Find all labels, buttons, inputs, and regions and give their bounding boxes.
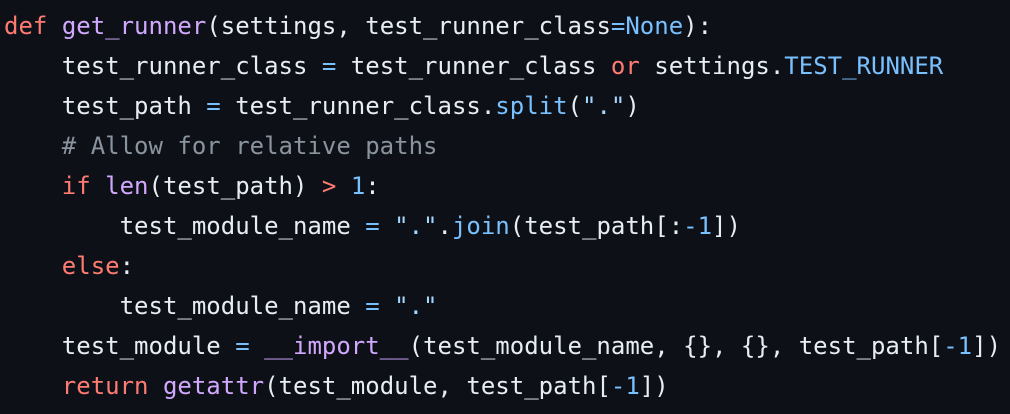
code-token: -1 [683,212,713,240]
code-token: join [451,212,510,240]
code-token: -1 [943,332,973,360]
code-token: ]) [712,212,741,240]
code-line: test_module_name = ".".join(test_path[:-… [4,206,1010,246]
code-token: TEST_RUNNER [784,52,944,80]
code-token: test_module [61,332,236,360]
code-token: (test_module_name, {}, {}, test_path[ [408,332,944,360]
code-token: # Allow for relative paths [61,132,438,160]
code-token: test_module_name [119,212,366,240]
code-token: or [610,52,640,80]
code-token: = [365,292,380,320]
code-line: test_path = test_runner_class.split(".") [4,86,1010,126]
code-token: -1 [610,372,640,400]
code-line: return getattr(test_module, test_path[-1… [4,366,1010,406]
code-line: test_runner_class = test_runner_class or… [4,46,1010,86]
code-line: else: [4,246,1010,286]
code-token: = [206,92,221,120]
code-token: = [321,52,337,80]
code-token: : [365,172,380,200]
code-token: getattr [162,372,265,400]
code-token: ]) [639,372,669,400]
code-token: settings. [639,52,785,80]
code-token: "." [394,292,438,320]
code-token: = [610,12,626,40]
code-token: (test_path[: [509,212,684,240]
code-token: test_module_name [119,292,366,320]
code-token: = [365,212,380,240]
code-block: def get_runner(settings, test_runner_cla… [0,0,1010,414]
code-token: len [105,172,149,200]
code-token: > [321,172,337,200]
code-token: ]) [972,332,1002,360]
code-token: (settings, test_runner_class [206,12,611,40]
code-token: = [235,332,250,360]
code-token: (test_module, test_path[ [264,372,611,400]
code-token: test_path [61,92,207,120]
code-token: split [495,92,568,120]
code-token: ) [625,92,640,120]
code-token: test_runner_class [61,52,322,80]
code-line: if len(test_path) > 1: [4,166,1010,206]
code-line: def get_runner(settings, test_runner_cla… [4,6,1010,46]
code-line: test_module_name = "." [4,286,1010,326]
code-token: return [61,372,149,400]
code-token: else [61,252,120,280]
code-token: ( [567,92,582,120]
code-token: def [4,12,48,40]
code-token: "." [582,92,626,120]
code-token: get_runner [61,12,207,40]
code-token: . [437,212,452,240]
code-token: if [61,172,91,200]
code-token: test_runner_class [336,52,611,80]
code-line: # Allow for relative paths [4,126,1010,166]
code-token: "." [394,212,438,240]
code-token: (test_path) [148,172,322,200]
code-token: None [625,12,684,40]
code-token: __import__ [264,332,409,360]
code-token: ): [683,12,713,40]
code-token: test_runner_class. [220,92,496,120]
code-token: 1 [350,172,366,200]
code-token: : [119,252,135,280]
code-line: test_module = __import__(test_module_nam… [4,326,1010,366]
